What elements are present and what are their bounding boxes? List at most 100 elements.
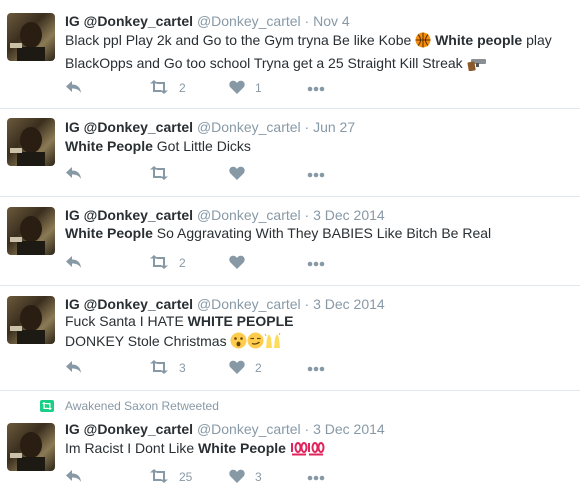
separator-dot: · <box>304 207 310 223</box>
timestamp[interactable]: 3 Dec 2014 <box>313 207 385 223</box>
like-icon <box>229 360 245 377</box>
reply-button[interactable] <box>65 254 82 272</box>
like-icon <box>229 80 245 97</box>
highlighted-keyword: White People <box>65 138 153 154</box>
tweet-text-part: Black ppl Play 2k and Go to the Gym tryn… <box>65 32 416 48</box>
reply-icon <box>65 166 82 183</box>
like-icon <box>229 166 245 183</box>
tweet[interactable]: Awakened Saxon Retweeted IG @Donkey_cart… <box>0 391 580 497</box>
username[interactable]: @Donkey_cartel <box>197 13 301 29</box>
tweet-text-line: DONKEY Stole Christmas <box>65 333 231 349</box>
reply-button[interactable] <box>65 359 82 377</box>
timestamp[interactable]: 3 Dec 2014 <box>313 296 385 312</box>
username[interactable]: @Donkey_cartel <box>197 296 301 312</box>
more-icon <box>307 256 325 270</box>
more-button[interactable] <box>307 254 325 272</box>
tweet[interactable]: IG @Donkey_cartel @Donkey_cartel · 3 Dec… <box>0 197 580 285</box>
display-name[interactable]: IG @Donkey_cartel <box>65 296 193 312</box>
like-button[interactable]: 3 <box>229 468 262 486</box>
like-button[interactable] <box>229 254 245 272</box>
avatar[interactable] <box>7 118 55 166</box>
like-icon <box>229 255 245 272</box>
tweet-text: Black ppl Play 2k and Go to the Gym tryn… <box>65 30 570 76</box>
retweet-icon <box>149 165 169 183</box>
retweet-count: 25 <box>179 470 193 484</box>
display-name[interactable]: IG @Donkey_cartel <box>65 207 193 223</box>
avatar[interactable] <box>7 207 55 255</box>
smirk-emoji-icon <box>247 332 264 354</box>
tweet-actions: 3 2 <box>65 359 395 377</box>
retweet-icon <box>149 359 169 377</box>
display-name[interactable]: IG @Donkey_cartel <box>65 119 193 135</box>
like-icon <box>229 469 245 486</box>
timestamp[interactable]: Jun 27 <box>313 119 355 135</box>
reply-icon <box>65 360 82 377</box>
retweet-button[interactable]: 3 <box>149 359 186 377</box>
retweet-button[interactable] <box>149 165 169 183</box>
tweet-text: Fuck Santa I HATE WHITE PEOPLE DONKEY St… <box>65 311 570 354</box>
highlighted-keyword: WHITE PEOPLE <box>187 313 294 329</box>
retweet-button[interactable]: 25 <box>149 468 192 486</box>
retweeted-by-label: Awakened Saxon Retweeted <box>65 399 219 413</box>
tweet-actions: 2 <box>65 254 395 272</box>
timestamp[interactable]: 3 Dec 2014 <box>313 421 385 437</box>
like-count: 1 <box>255 81 262 95</box>
retweet-icon <box>149 254 169 272</box>
avatar[interactable] <box>7 13 55 61</box>
retweet-count: 3 <box>179 361 186 375</box>
tweet[interactable]: IG @Donkey_cartel @Donkey_cartel · 3 Dec… <box>0 286 580 390</box>
tweet-text-part: Im Racist I Dont Like <box>65 440 199 456</box>
display-name[interactable]: IG @Donkey_cartel <box>65 13 193 29</box>
retweet-icon <box>149 468 169 486</box>
display-name[interactable]: IG @Donkey_cartel <box>65 421 193 437</box>
tweet[interactable]: IG @Donkey_cartel @Donkey_cartel · Jun 2… <box>0 109 580 196</box>
reply-button[interactable] <box>65 468 82 486</box>
more-button[interactable] <box>307 79 325 97</box>
retweet-button[interactable]: 2 <box>149 254 186 272</box>
tweet-header: IG @Donkey_cartel @Donkey_cartel · 3 Dec… <box>65 420 385 438</box>
like-count: 2 <box>255 361 262 375</box>
separator-dot: · <box>304 13 310 29</box>
like-button[interactable]: 2 <box>229 359 262 377</box>
username[interactable]: @Donkey_cartel <box>197 207 301 223</box>
like-button[interactable]: 1 <box>229 79 262 97</box>
retweet-count: 2 <box>179 81 186 95</box>
reply-icon <box>65 255 82 272</box>
basketball-emoji-icon <box>415 32 431 53</box>
avatar[interactable] <box>7 296 55 344</box>
more-button[interactable] <box>307 468 325 486</box>
username[interactable]: @Donkey_cartel <box>197 119 301 135</box>
tweet-actions <box>65 165 395 183</box>
retweet-count: 2 <box>179 256 186 270</box>
timeline: IG @Donkey_cartel @Donkey_cartel · Nov 4… <box>0 0 580 497</box>
raised-hands-emoji-icon <box>264 332 282 354</box>
tweet-header: IG @Donkey_cartel @Donkey_cartel · Jun 2… <box>65 118 355 136</box>
tweet-text: White People So Aggravating With They BA… <box>65 223 570 243</box>
tweet[interactable]: IG @Donkey_cartel @Donkey_cartel · Nov 4… <box>0 0 580 108</box>
timestamp[interactable]: Nov 4 <box>313 13 350 29</box>
astonished-emoji-icon <box>230 332 247 354</box>
username[interactable]: @Donkey_cartel <box>197 421 301 437</box>
more-button[interactable] <box>307 165 325 183</box>
retweet-context[interactable]: Awakened Saxon Retweeted <box>40 399 219 413</box>
tweet-text-part: So Aggravating With They BABIES Like Bit… <box>152 225 492 241</box>
more-icon <box>307 167 325 181</box>
avatar[interactable] <box>7 423 55 471</box>
tweet-text-part: Got Little Dicks <box>152 138 251 154</box>
separator-dot: · <box>304 296 310 312</box>
tweet-actions: 2 1 <box>65 79 395 97</box>
like-button[interactable] <box>229 165 245 183</box>
separator-dot: · <box>304 421 310 437</box>
reply-button[interactable] <box>65 165 82 183</box>
retweet-icon <box>149 79 169 97</box>
retweet-button[interactable]: 2 <box>149 79 186 97</box>
more-button[interactable] <box>307 359 325 377</box>
tweet-text-part: Fuck Santa I HATE <box>65 313 188 329</box>
highlighted-keyword: White People <box>198 440 286 456</box>
reply-button[interactable] <box>65 79 82 97</box>
tweet-text: White People Got Little Dicks <box>65 136 570 156</box>
separator-dot: · <box>304 119 310 135</box>
hundred-points-emoji-icon <box>290 441 326 461</box>
tweet-text: Im Racist I Dont Like White People <box>65 438 570 461</box>
highlighted-keyword: White People <box>65 225 153 241</box>
